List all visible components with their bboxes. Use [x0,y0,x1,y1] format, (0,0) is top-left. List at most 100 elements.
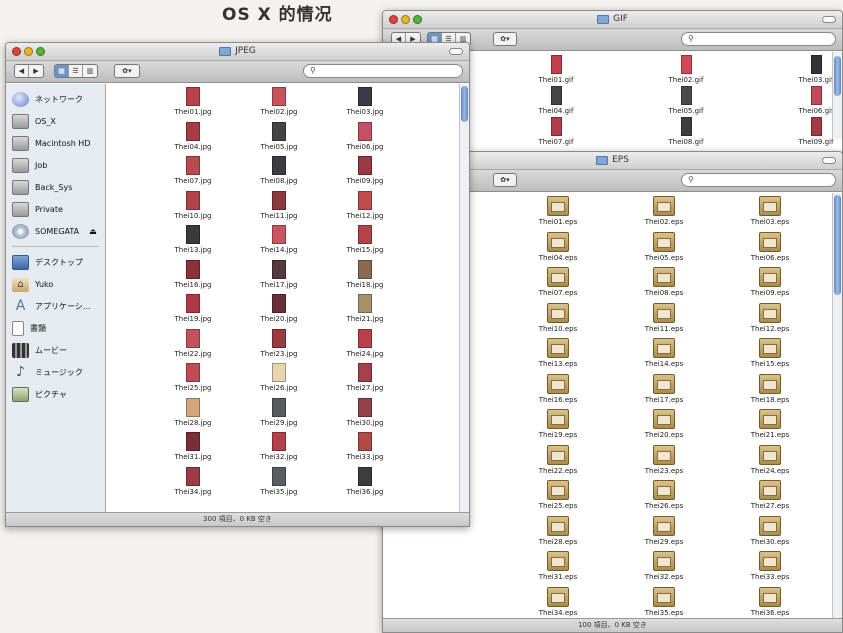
sidebar-item[interactable]: Macintosh HD [6,132,105,154]
file-icon-item[interactable]: Thei18.jpg [330,259,400,289]
file-icon-item[interactable]: Thei35.eps [629,586,699,617]
file-icon-item[interactable]: Thei10.eps [523,302,593,333]
icon-view-icon[interactable]: ▦ [55,65,69,77]
file-icon-item[interactable]: Thei29.eps [629,515,699,546]
file-icon-item[interactable]: Thei13.eps [523,338,593,368]
file-icon-item[interactable]: Thei18.eps [735,373,805,404]
jpeg-vertical-scrollbar[interactable] [459,84,469,512]
eps-vertical-scrollbar[interactable] [832,193,842,618]
file-icon-item[interactable]: Thei14.eps [629,338,699,368]
file-icon-item[interactable]: Thei11.jpg [244,190,314,220]
file-icon-item[interactable]: Thei33.jpg [330,432,400,461]
file-icon-item[interactable]: Thei26.eps [629,480,699,510]
file-icon-item[interactable]: Thei05.jpg [244,121,314,151]
column-view-icon[interactable]: ▥ [83,65,97,77]
file-icon-item[interactable]: Thei04.gif [521,86,591,115]
file-icon-item[interactable]: Thei23.eps [629,444,699,475]
file-icon-item[interactable]: Thei30.eps [735,515,805,546]
eps-search-field[interactable]: ⚲ [681,173,836,187]
sidebar-item[interactable]: ♪ ミュージック [6,361,105,383]
file-icon-item[interactable]: Thei15.jpg [330,225,400,254]
action-menu-button[interactable]: ✿▾ [493,32,517,46]
file-icon-item[interactable]: Thei28.eps [523,515,593,546]
gear-icon[interactable]: ✿▾ [115,65,139,77]
file-icon-item[interactable]: Thei36.eps [735,586,805,617]
file-icon-item[interactable]: Thei02.jpg [244,87,314,116]
file-icon-item[interactable]: Thei04.eps [523,231,593,262]
file-icon-item[interactable]: Thei08.eps [629,267,699,297]
file-icon-item[interactable]: Thei29.jpg [244,397,314,427]
sidebar-item[interactable]: ⌂ Yuko [6,273,105,295]
file-icon-item[interactable]: Thei22.eps [523,444,593,475]
sidebar-item[interactable]: A アプリケーシ... [6,295,105,317]
file-icon-item[interactable]: Thei33.eps [735,551,805,581]
gear-icon[interactable]: ✿▾ [494,33,516,45]
file-icon-item[interactable]: Thei13.jpg [158,225,228,254]
file-icon-item[interactable]: Thei10.jpg [158,190,228,220]
action-menu-button[interactable]: ✿▾ [114,64,140,78]
file-icon-item[interactable]: Thei09.jpg [330,156,400,185]
file-icon-item[interactable]: Thei19.jpg [158,294,228,323]
file-icon-item[interactable]: Thei32.jpg [244,432,314,461]
sidebar-item[interactable]: ネットワーク [6,88,105,110]
file-icon-item[interactable]: Thei02.gif [651,55,721,84]
file-icon-item[interactable]: Thei28.jpg [158,397,228,427]
file-icon-item[interactable]: Thei20.eps [629,409,699,439]
jpeg-title-bar[interactable]: JPEG [6,43,469,61]
view-mode-buttons[interactable]: ▦ ☰ ▥ [54,64,98,78]
file-icon-item[interactable]: Thei24.jpg [330,328,400,358]
file-icon-item[interactable]: Thei11.eps [629,302,699,333]
action-menu-button[interactable]: ✿▾ [493,173,517,187]
file-icon-item[interactable]: Thei23.jpg [244,328,314,358]
file-icon-item[interactable]: Thei08.jpg [244,156,314,185]
jpeg-search-field[interactable]: ⚲ [303,64,463,78]
file-icon-item[interactable]: Thei32.eps [629,551,699,581]
gif-vertical-scrollbar[interactable] [832,52,842,139]
file-icon-item[interactable]: Thei25.eps [523,480,593,510]
file-icon-item[interactable]: Thei30.jpg [330,397,400,427]
sidebar-item[interactable]: OS_X [6,110,105,132]
file-icon-item[interactable]: Thei27.eps [735,480,805,510]
sidebar-item[interactable]: ムービー [6,339,105,361]
file-icon-item[interactable]: Thei17.jpg [244,259,314,289]
file-icon-item[interactable]: Thei22.jpg [158,328,228,358]
eject-icon[interactable]: ⏏ [89,227,97,236]
file-icon-item[interactable]: Thei07.eps [523,267,593,297]
gif-title-bar[interactable]: GIF [383,11,842,29]
file-icon-item[interactable]: Thei07.gif [521,117,591,146]
file-icon-item[interactable]: Thei04.jpg [158,121,228,151]
file-icon-item[interactable]: Thei05.gif [651,86,721,115]
sidebar-item[interactable]: ピクチャ [6,383,105,405]
toolbar-toggle-button[interactable] [822,157,836,164]
file-icon-item[interactable]: Thei16.eps [523,373,593,404]
file-icon-item[interactable]: Thei09.eps [735,267,805,297]
file-icon-item[interactable]: Thei21.eps [735,409,805,439]
scroll-thumb[interactable] [461,86,468,122]
toolbar-toggle-button[interactable] [449,48,463,55]
file-icon-item[interactable]: Thei14.jpg [244,225,314,254]
forward-arrow-icon[interactable]: ▶ [29,65,43,77]
back-forward-buttons[interactable]: ◀ ▶ [14,64,44,78]
file-icon-item[interactable]: Thei27.jpg [330,363,400,392]
file-icon-item[interactable]: Thei07.jpg [158,156,228,185]
back-arrow-icon[interactable]: ◀ [15,65,29,77]
file-icon-item[interactable]: Thei34.jpg [158,466,228,496]
sidebar-item[interactable]: 書類 [6,317,105,339]
file-icon-item[interactable]: Thei16.jpg [158,259,228,289]
file-icon-item[interactable]: Thei19.eps [523,409,593,439]
file-icon-item[interactable]: Thei05.eps [629,231,699,262]
file-icon-item[interactable]: Thei08.gif [651,117,721,146]
file-icon-item[interactable]: Thei06.eps [735,231,805,262]
sidebar-item[interactable]: デスクトップ [6,251,105,273]
gif-search-field[interactable]: ⚲ [681,32,836,46]
sidebar-item[interactable]: Back_Sys [6,176,105,198]
sidebar-item[interactable]: SOMEGATA ⏏ [6,220,105,242]
scroll-thumb[interactable] [834,195,841,295]
file-icon-item[interactable]: Thei17.eps [629,373,699,404]
list-view-icon[interactable]: ☰ [69,65,83,77]
file-icon-item[interactable]: Thei15.eps [735,338,805,368]
scroll-thumb[interactable] [834,56,841,96]
file-icon-item[interactable]: Thei01.gif [521,55,591,84]
file-icon-item[interactable]: Thei34.eps [523,586,593,617]
file-icon-item[interactable]: Thei31.jpg [158,432,228,461]
